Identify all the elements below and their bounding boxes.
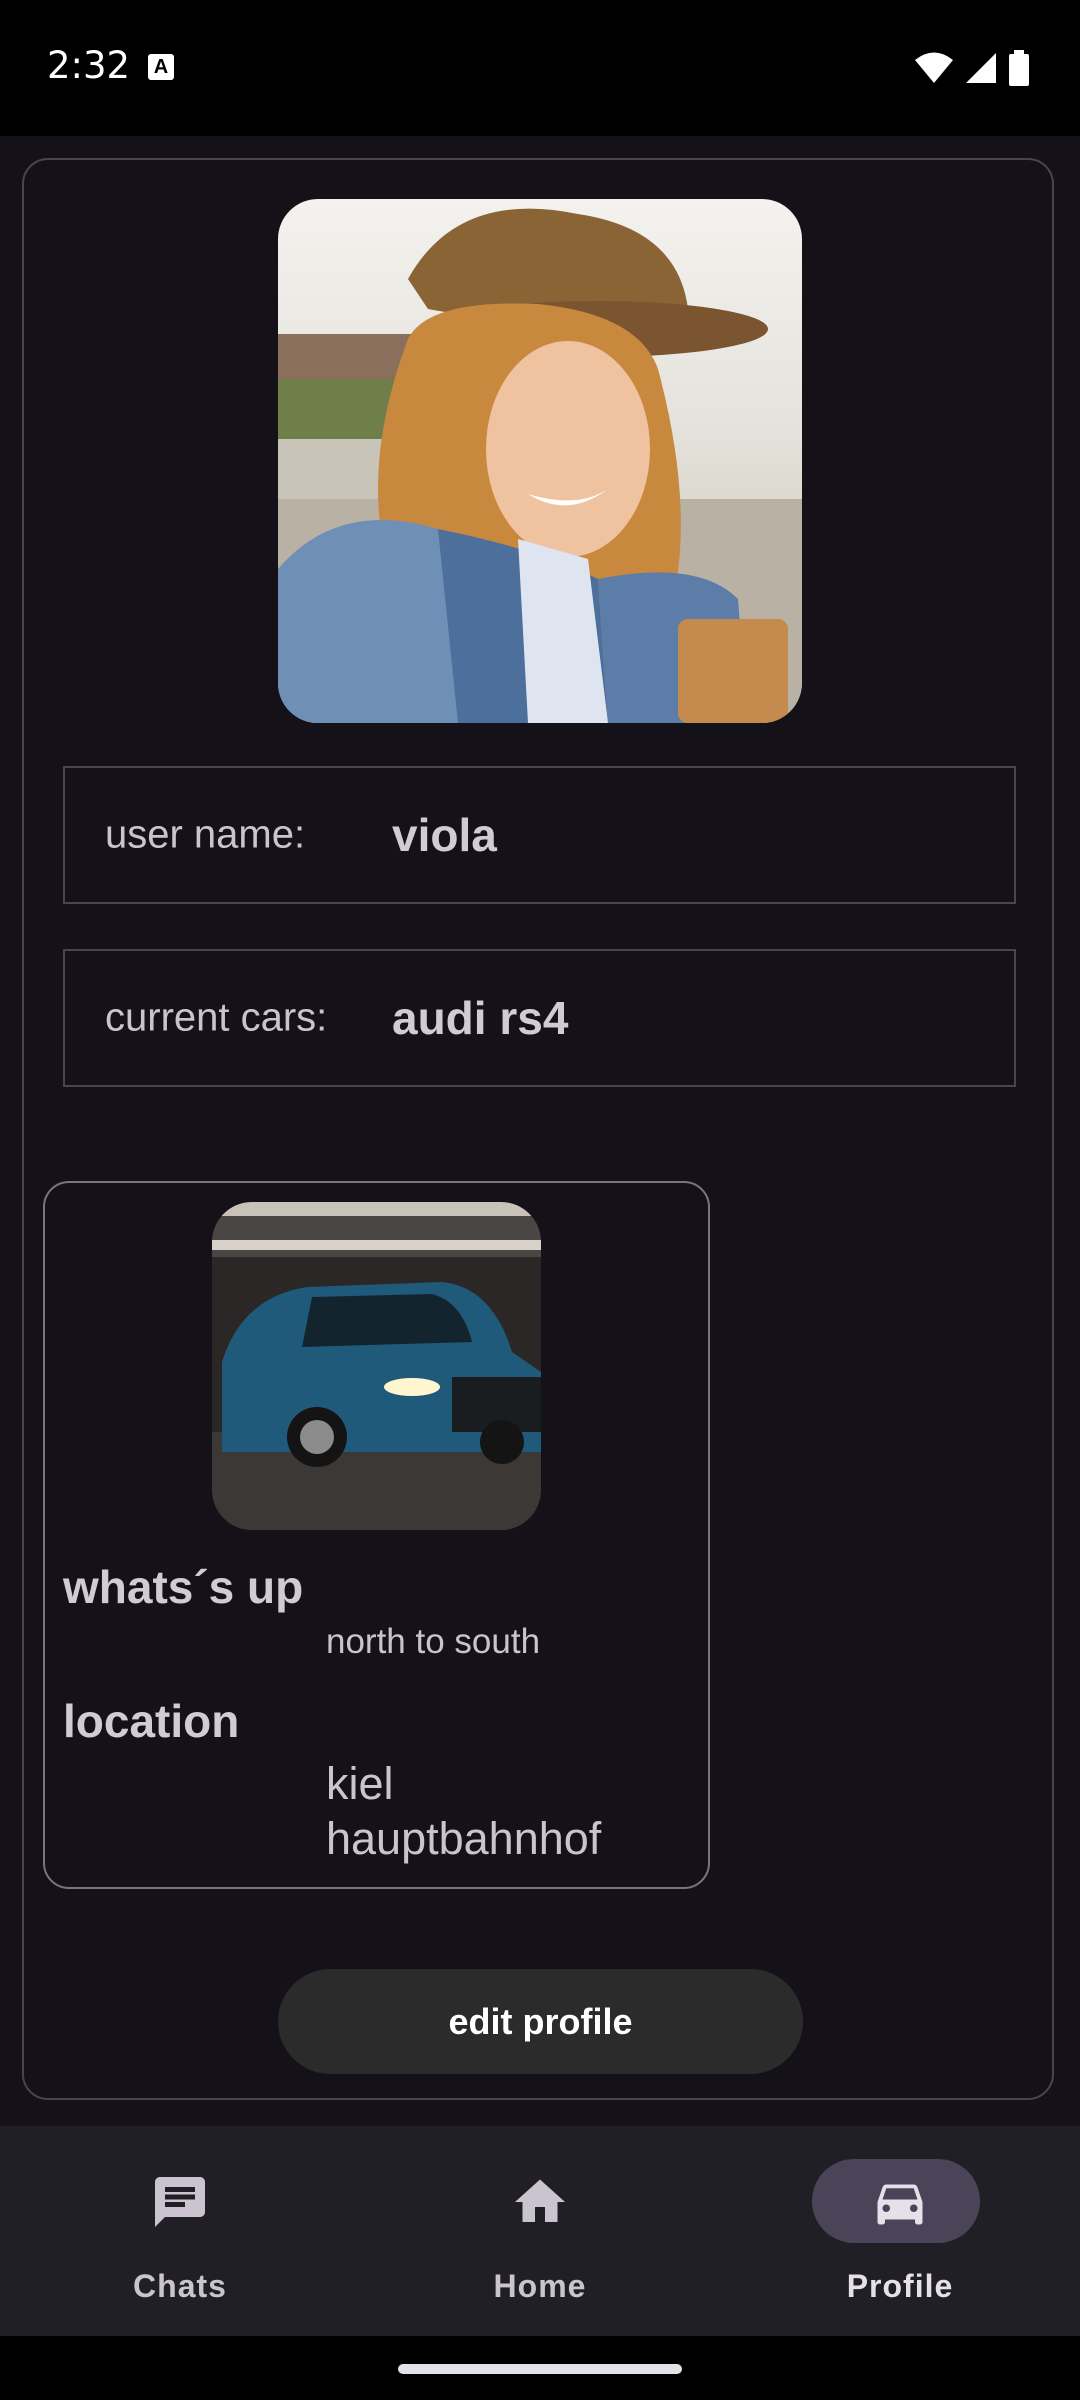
current-cars-field: current cars: audi rs4 — [63, 949, 1016, 1087]
status-time: 2:32 — [47, 44, 131, 87]
current-cars-label: current cars: — [105, 995, 328, 1040]
chat-icon — [155, 2177, 205, 2227]
edit-profile-button[interactable]: edit profile — [278, 1969, 803, 2074]
avatar-image — [278, 199, 802, 723]
nav-item-home[interactable]: Home — [360, 2126, 720, 2336]
user-name-field: user name: viola — [63, 766, 1016, 904]
car-icon — [877, 2184, 923, 2225]
current-cars-value: audi rs4 — [392, 992, 569, 1044]
status-bar: 2:32 A — [0, 0, 1080, 136]
location-value-line2: hauptbahnhof — [326, 1813, 602, 1864]
bottom-navigation: Chats Home Profile — [0, 2126, 1080, 2336]
nav-label-profile: Profile — [846, 2268, 954, 2304]
user-name-label: user name: — [105, 812, 306, 857]
profile-avatar[interactable] — [278, 199, 802, 723]
location-heading: location — [63, 1695, 240, 1747]
status-icons — [914, 50, 1030, 86]
car-photo — [212, 1202, 541, 1530]
user-name-value: viola — [392, 809, 497, 861]
nav-item-chats[interactable]: Chats — [0, 2126, 360, 2336]
car-image[interactable] — [212, 1202, 541, 1530]
nav-label-home: Home — [493, 2268, 587, 2304]
home-gesture-handle[interactable] — [398, 2364, 682, 2374]
location-value-line1: kiel — [326, 1758, 394, 1809]
whats-up-value: north to south — [326, 1622, 541, 1661]
nav-item-profile[interactable]: Profile — [720, 2126, 1080, 2336]
nav-label-chats: Chats — [133, 2268, 227, 2304]
gesture-bar — [0, 2336, 1080, 2400]
battery-icon — [1009, 50, 1029, 86]
wifi-icon — [915, 52, 953, 83]
signal-icon — [966, 53, 996, 83]
a-badge-icon: A — [148, 54, 174, 80]
home-icon — [515, 2179, 565, 2222]
whats-up-heading: whats´s up — [63, 1561, 304, 1613]
